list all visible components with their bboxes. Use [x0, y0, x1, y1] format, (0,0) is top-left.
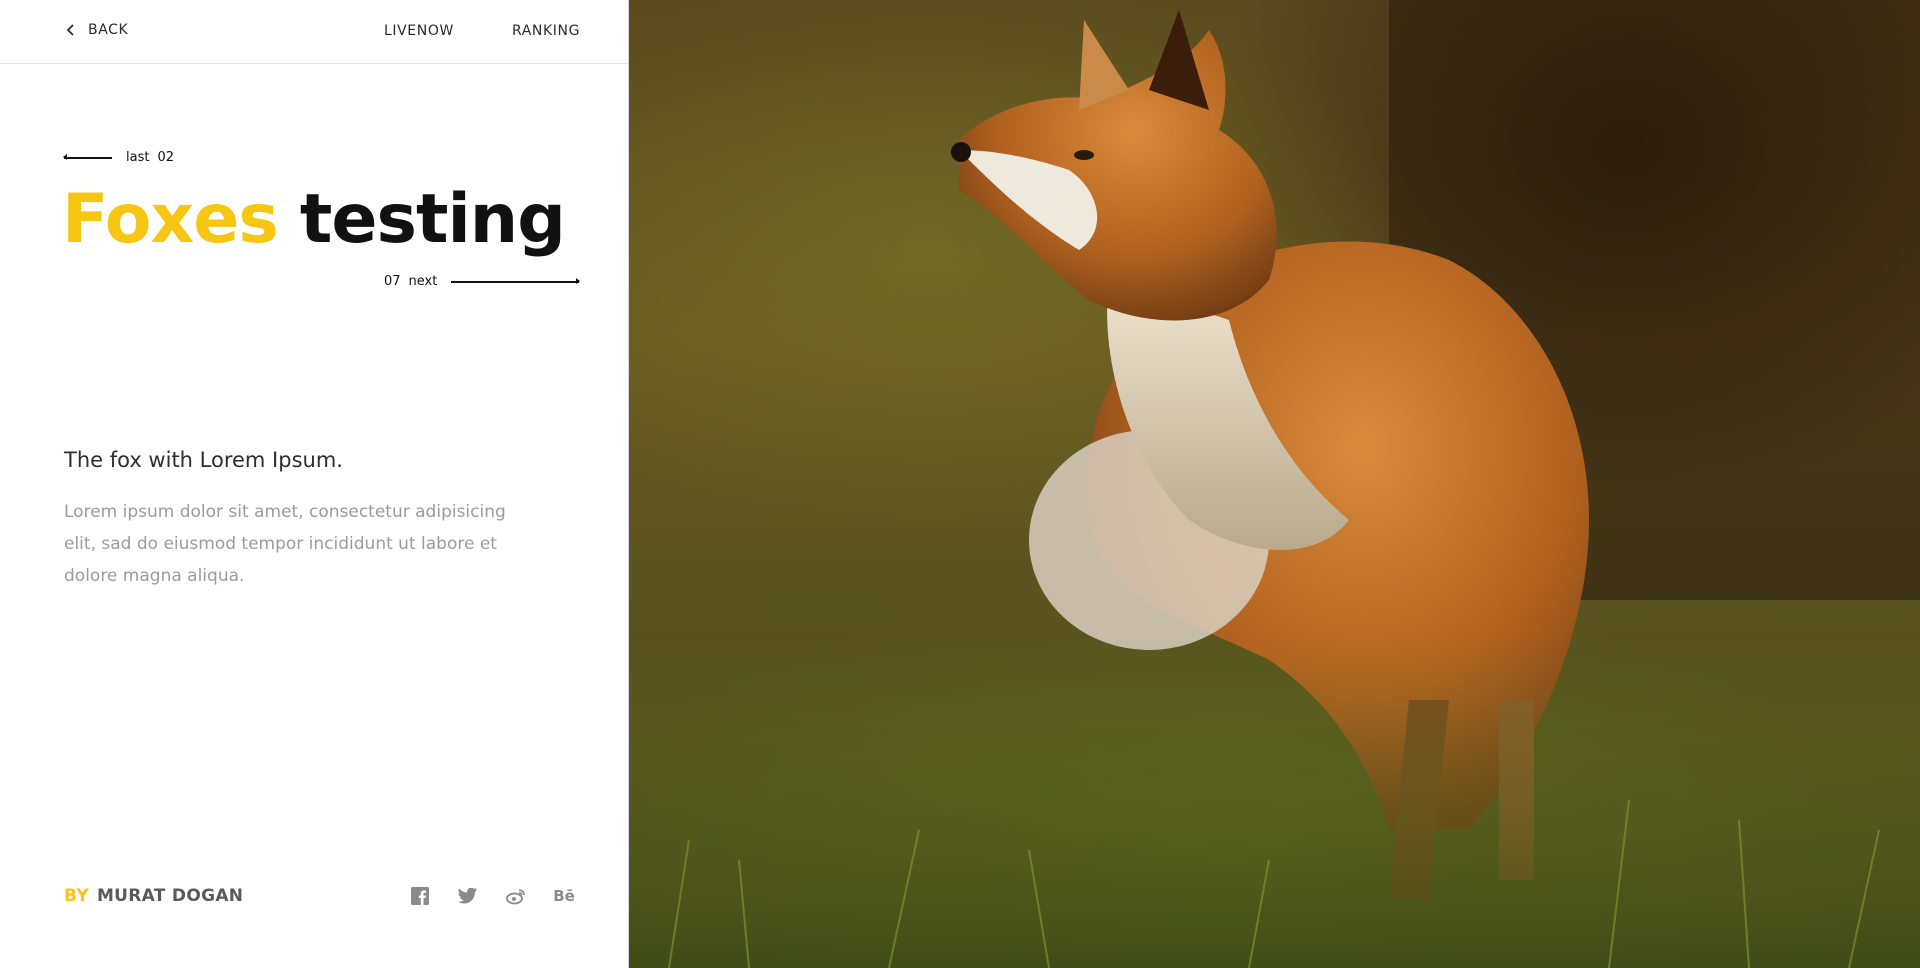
title-rest: testing — [299, 180, 566, 259]
previous-number: 02 — [157, 150, 174, 165]
previous-label: last 02 — [126, 150, 174, 165]
arrow-left-line-icon — [63, 153, 112, 160]
by-label: BY — [64, 886, 89, 906]
social-links: Bē — [410, 886, 575, 906]
subtitle: The fox with Lorem Ipsum. — [64, 448, 343, 472]
next-label: 07 next — [384, 274, 437, 289]
next-text: next — [408, 274, 438, 289]
author-byline: BY MURAT DOGAN — [64, 886, 243, 906]
page: BACK LIVENOW RANKING last 02 Foxes testing… — [0, 0, 1920, 968]
body-text: Lorem ipsum dolor sit amet, consectetur … — [64, 502, 506, 586]
chevron-left-icon — [64, 23, 78, 37]
fox-photo — [629, 0, 1920, 968]
previous-link[interactable]: last 02 — [63, 150, 174, 165]
back-label: BACK — [88, 22, 129, 38]
nav-livenow-link[interactable]: LIVENOW — [384, 23, 454, 39]
back-button[interactable]: BACK — [64, 22, 128, 38]
weibo-icon[interactable] — [506, 886, 526, 906]
arrow-right-line-icon — [451, 277, 581, 284]
twitter-icon[interactable] — [458, 886, 478, 906]
next-number: 07 — [384, 274, 401, 289]
title-accent: Foxes — [62, 180, 279, 259]
left-panel: BACK LIVENOW RANKING last 02 Foxes testing… — [0, 0, 629, 968]
top-nav: BACK LIVENOW RANKING — [0, 0, 628, 64]
author-name: MURAT DOGAN — [96, 886, 244, 906]
previous-text: last — [126, 150, 150, 165]
fox-illustration — [629, 0, 1920, 968]
next-link[interactable]: 07 next — [384, 274, 581, 289]
nav-ranking-link[interactable]: RANKING — [512, 23, 580, 39]
behance-icon[interactable]: Bē — [553, 886, 575, 906]
facebook-icon[interactable] — [410, 886, 430, 906]
page-title: Foxes testing — [62, 178, 566, 262]
